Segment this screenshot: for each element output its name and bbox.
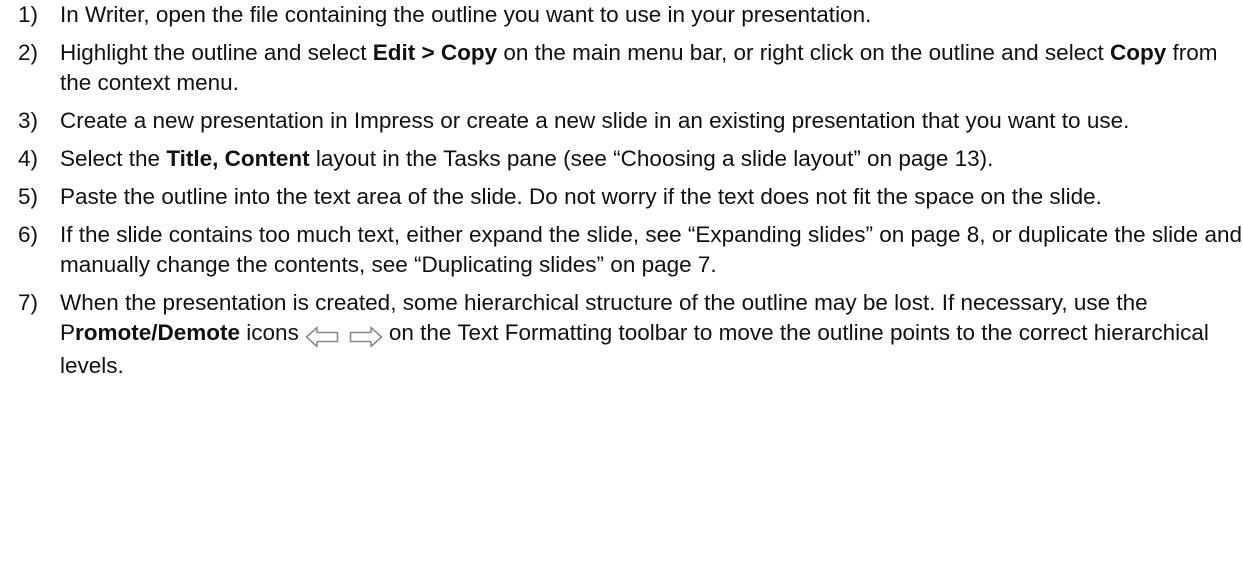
promote-icon (305, 326, 339, 348)
promote-demote-icons (305, 321, 383, 351)
text-run: layout in the Tasks pane (see “Choosing … (309, 146, 994, 171)
list-item: 2) Highlight the outline and select Edit… (18, 38, 1243, 98)
step-text: If the slide contains too much text, eit… (60, 220, 1243, 280)
demote-icon (349, 326, 383, 348)
list-item: 5) Paste the outline into the text area … (18, 182, 1243, 212)
text-run: Create a new presentation in Impress or … (60, 108, 1130, 133)
numbered-step-list: 1) In Writer, open the file containing t… (18, 0, 1243, 381)
bold-text-run: romote/Demote (75, 320, 241, 345)
text-run: In Writer, open the file containing the … (60, 2, 872, 27)
list-item: 3) Create a new presentation in Impress … (18, 106, 1243, 136)
text-run: on the main menu bar, or right click on … (497, 40, 1110, 65)
bold-text-run: Title, Content (166, 146, 310, 171)
bold-text-run: Edit > Copy (372, 40, 498, 65)
text-run: icons (240, 320, 299, 345)
step-text: Highlight the outline and select Edit > … (60, 38, 1243, 98)
list-item: 4) Select the Title, Content layout in t… (18, 144, 1243, 174)
bold-text-run: Copy (1109, 40, 1167, 65)
step-number: 7) (18, 290, 39, 315)
step-text: When the presentation is created, some h… (60, 288, 1243, 381)
step-text: Select the Title, Content layout in the … (60, 144, 1243, 174)
document-page: 1) In Writer, open the file containing t… (0, 0, 1243, 563)
step-number: 1) (18, 2, 39, 27)
text-run: Highlight the outline and select (60, 40, 373, 65)
step-text: In Writer, open the file containing the … (60, 0, 1243, 30)
text-run: Select the (60, 146, 167, 171)
step-number: 5) (18, 184, 39, 209)
step-number: 4) (18, 146, 39, 171)
step-number: 2) (18, 40, 39, 65)
step-number: 6) (18, 222, 39, 247)
text-run: If the slide contains too much text, eit… (60, 222, 1242, 277)
list-item: 7) When the presentation is created, som… (18, 288, 1243, 381)
step-text: Create a new presentation in Impress or … (60, 106, 1243, 136)
text-run: Paste the outline into the text area of … (60, 184, 1102, 209)
step-text: Paste the outline into the text area of … (60, 182, 1243, 212)
list-item: 6) If the slide contains too much text, … (18, 220, 1243, 280)
step-number: 3) (18, 108, 39, 133)
list-item: 1) In Writer, open the file containing t… (18, 0, 1243, 30)
